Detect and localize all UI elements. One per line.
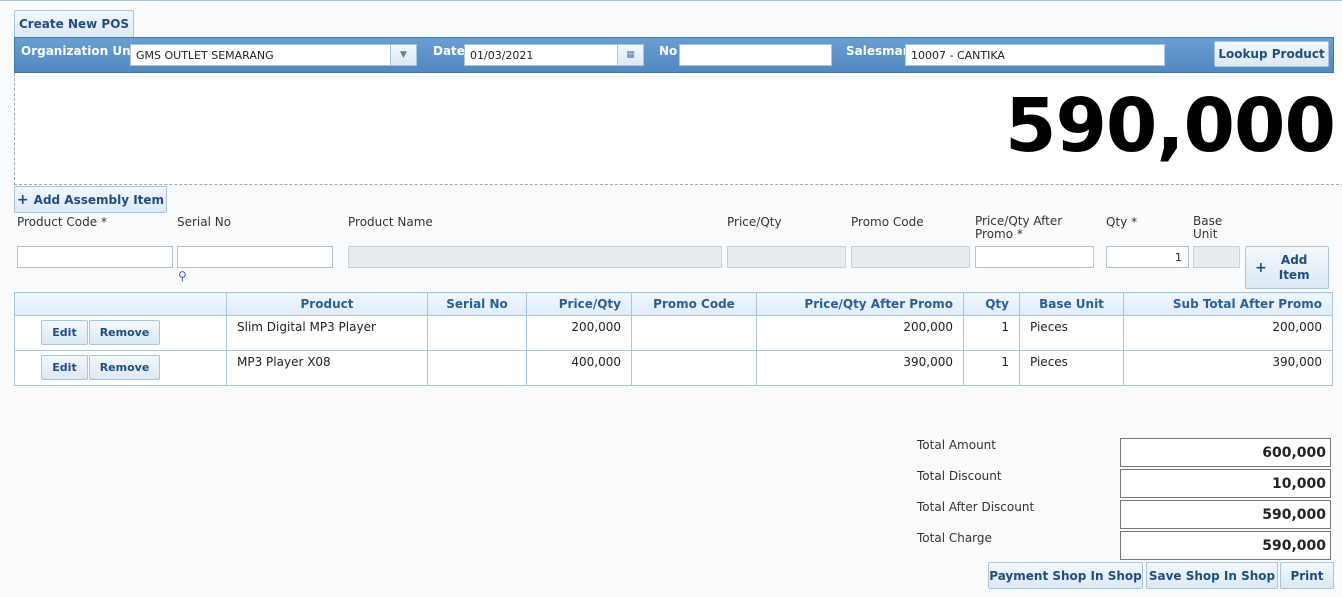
total-display-panel: 590,000: [14, 73, 1342, 185]
table-row: Edit Remove Slim Digital MP3 Player 200,0…: [14, 315, 1333, 351]
qty-input[interactable]: 1: [1106, 246, 1189, 268]
edit-button[interactable]: Edit: [41, 355, 88, 380]
no-field[interactable]: [679, 44, 832, 66]
grid-header-price[interactable]: Price/Qty: [526, 292, 632, 316]
cell-qty: 1: [963, 350, 1020, 386]
pos-items-grid: Product Serial No Price/Qty Promo Code P…: [14, 292, 1333, 386]
chevron-down-icon[interactable]: ▼: [390, 45, 416, 65]
remove-button[interactable]: Remove: [89, 355, 160, 380]
grid-header-promo[interactable]: Promo Code: [631, 292, 757, 316]
cell-serial: [427, 315, 527, 351]
org-unit-combo[interactable]: GMS OUTLET SEMARANG ▼: [130, 44, 417, 66]
price-after-promo-label: Price/Qty After Promo *: [975, 214, 1063, 241]
promo-code-label: Promo Code: [851, 215, 924, 229]
grid-header-unit[interactable]: Base Unit: [1019, 292, 1124, 316]
salesman-value: 10007 - CANTIKA: [911, 48, 1005, 62]
cell-after-promo: 200,000: [756, 315, 964, 351]
total-amount-label: Total Amount: [917, 438, 996, 452]
qty-input-value: 1: [1175, 250, 1182, 264]
remove-button[interactable]: Remove: [89, 320, 160, 345]
cell-promo: [631, 315, 757, 351]
date-label: Date: [433, 44, 465, 58]
cell-price: 200,000: [526, 315, 632, 351]
cell-promo: [631, 350, 757, 386]
cell-after-promo: 390,000: [756, 350, 964, 386]
org-unit-label: Organization Unit: [21, 44, 141, 58]
no-label: No: [659, 44, 678, 58]
cell-subtotal: 200,000: [1123, 315, 1333, 351]
salesman-field[interactable]: 10007 - CANTIKA: [905, 44, 1165, 66]
grid-header-after-promo[interactable]: Price/Qty After Promo: [756, 292, 964, 316]
save-shop-in-shop-button[interactable]: Save Shop In Shop: [1146, 562, 1278, 589]
save-button-label: Save Shop In Shop: [1148, 568, 1276, 583]
product-name-input: [348, 246, 722, 268]
cell-product: MP3 Player X08: [226, 350, 428, 386]
grid-header-row: Product Serial No Price/Qty Promo Code P…: [14, 292, 1333, 316]
row-actions: Edit Remove: [14, 350, 227, 386]
date-value: 01/03/2021: [470, 48, 534, 62]
pos-toolbar: Organization Unit GMS OUTLET SEMARANG ▼ …: [14, 37, 1334, 73]
add-assembly-item-button[interactable]: + Add Assembly Item: [14, 186, 167, 213]
print-button-label: Print: [1290, 568, 1324, 583]
product-name-label: Product Name: [348, 215, 433, 229]
grid-header-actions: [14, 292, 227, 316]
plus-icon: +: [1255, 259, 1267, 276]
total-after-discount-field: 590,000: [1120, 500, 1331, 529]
grid-header-subtotal[interactable]: Sub Total After Promo: [1123, 292, 1333, 316]
add-item-label: Add Item: [1278, 252, 1310, 282]
cell-qty: 1: [963, 315, 1020, 351]
lookup-product-label: Lookup Product: [1218, 47, 1325, 61]
row-actions: Edit Remove: [14, 315, 227, 351]
total-amount-field: 600,000: [1120, 438, 1331, 467]
qty-label: Qty *: [1106, 215, 1138, 229]
total-charge-label: Total Charge: [917, 531, 992, 545]
price-qty-input: [727, 246, 846, 268]
salesman-label: Salesman: [846, 44, 912, 58]
cell-subtotal: 390,000: [1123, 350, 1333, 386]
add-item-button[interactable]: + Add Item: [1245, 246, 1329, 289]
lookup-product-button[interactable]: Lookup Product: [1214, 41, 1329, 67]
price-qty-label: Price/Qty: [727, 215, 782, 229]
cell-unit: Pieces: [1019, 350, 1124, 386]
grid-header-product[interactable]: Product: [226, 292, 428, 316]
base-unit-label: Base Unit: [1193, 214, 1223, 241]
promo-code-input: [851, 246, 970, 268]
price-after-promo-input[interactable]: [975, 246, 1094, 268]
grid-header-serial[interactable]: Serial No: [427, 292, 527, 316]
cell-serial: [427, 350, 527, 386]
total-discount-field: 10,000: [1120, 469, 1331, 498]
add-assembly-item-label: Add Assembly Item: [33, 192, 165, 207]
total-discount-label: Total Discount: [917, 469, 1002, 483]
serial-no-label: Serial No: [177, 215, 232, 229]
total-charge-field: 590,000: [1120, 531, 1331, 560]
serial-no-input[interactable]: [177, 246, 333, 268]
product-code-label: Product Code *: [17, 215, 107, 229]
print-button[interactable]: Print: [1280, 562, 1334, 589]
cell-product: Slim Digital MP3 Player: [226, 315, 428, 351]
org-unit-value: GMS OUTLET SEMARANG: [136, 48, 274, 62]
total-after-discount-label: Total After Discount: [917, 500, 1035, 514]
search-icon[interactable]: ⚲: [178, 269, 187, 283]
cell-unit: Pieces: [1019, 315, 1124, 351]
product-code-input[interactable]: [17, 246, 173, 268]
plus-icon: +: [16, 191, 29, 208]
payment-button-label: Payment Shop In Shop: [989, 568, 1142, 583]
create-new-pos-tab[interactable]: Create New POS: [14, 10, 134, 37]
table-row: Edit Remove MP3 Player X08 400,000 390,00…: [14, 350, 1333, 386]
grid-header-qty[interactable]: Qty: [963, 292, 1020, 316]
total-display-value: 590,000: [1004, 83, 1336, 169]
edit-button[interactable]: Edit: [41, 320, 88, 345]
cell-price: 400,000: [526, 350, 632, 386]
payment-shop-in-shop-button[interactable]: Payment Shop In Shop: [988, 562, 1143, 589]
base-unit-input: [1193, 246, 1240, 268]
create-new-pos-label: Create New POS: [18, 17, 130, 31]
calendar-icon[interactable]: ▦: [617, 45, 643, 65]
date-field[interactable]: 01/03/2021 ▦: [464, 44, 644, 66]
